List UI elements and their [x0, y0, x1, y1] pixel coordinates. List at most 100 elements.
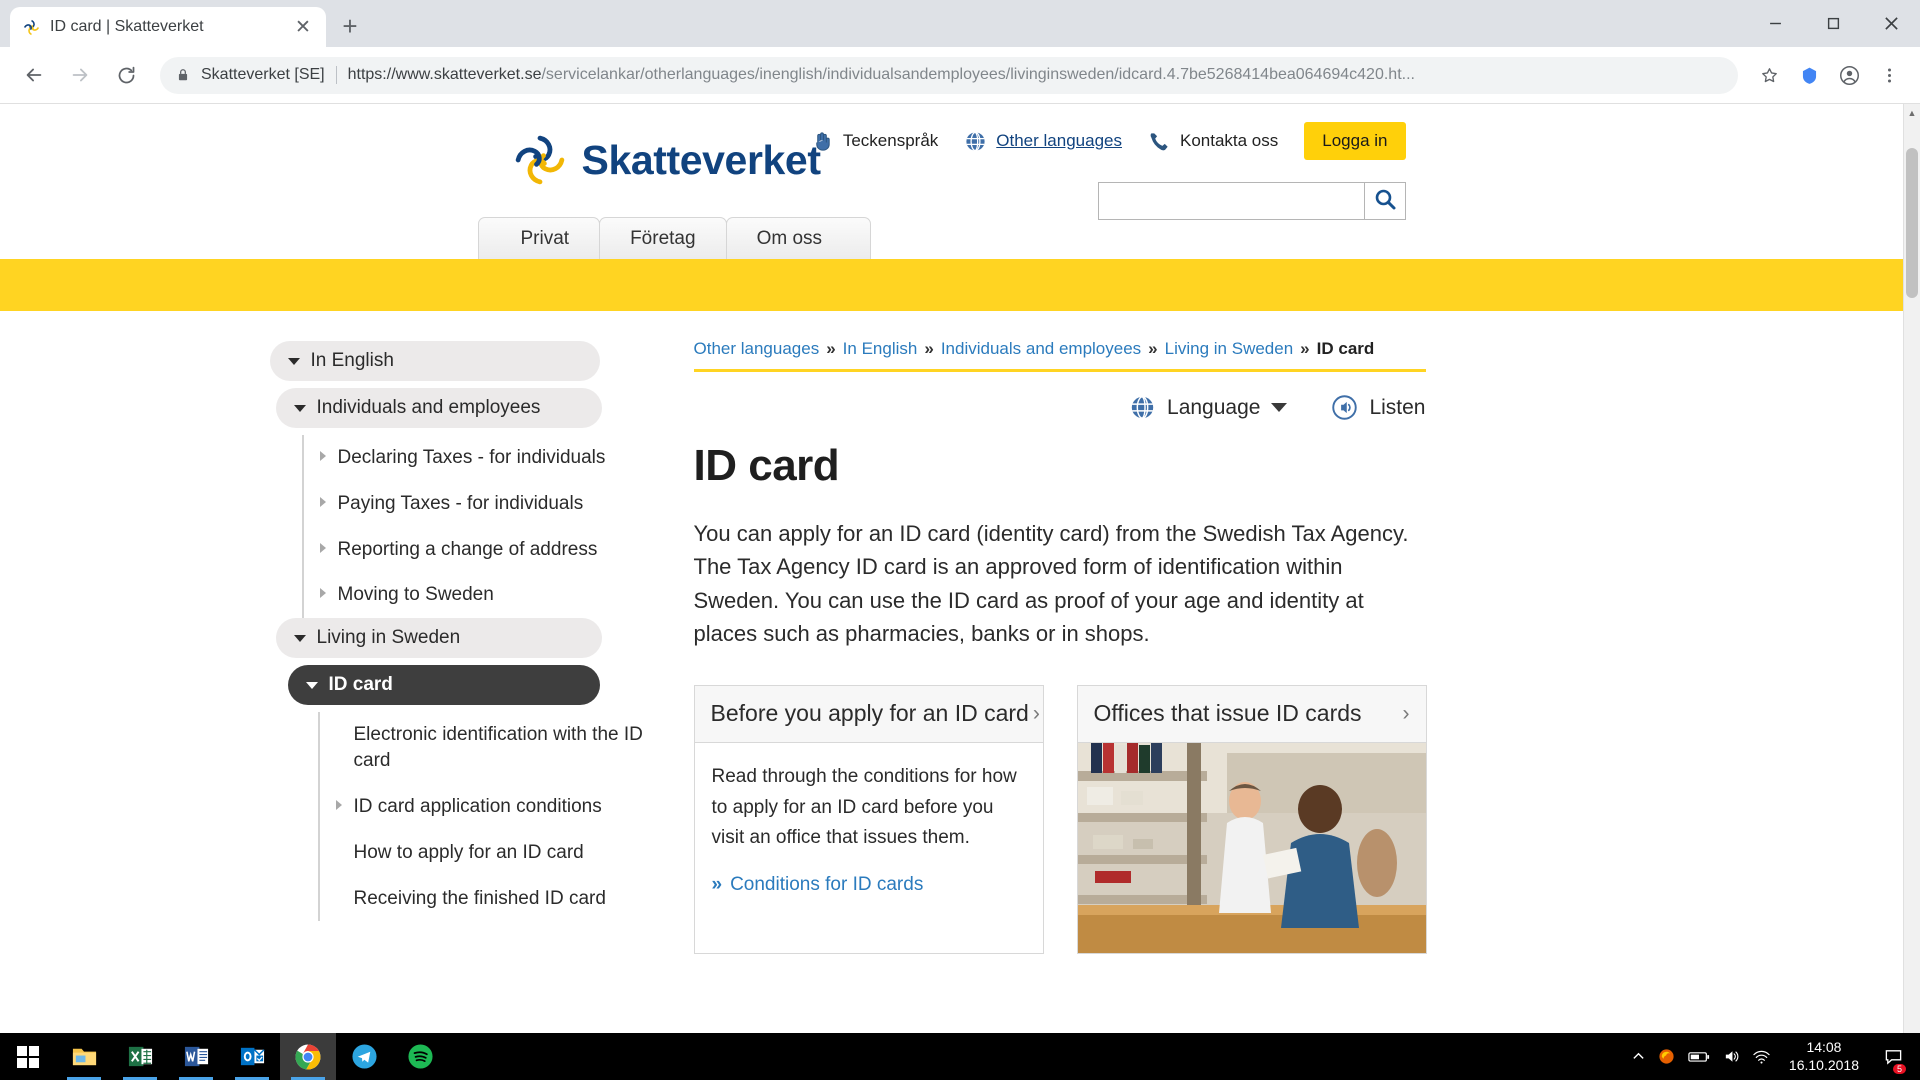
breadcrumb-link-other-languages[interactable]: Other languages: [694, 339, 820, 359]
scroll-up-arrow-icon[interactable]: ▲: [1904, 104, 1920, 121]
site-identity-label: Skatteverket [SE]: [201, 66, 325, 83]
utility-link-other-languages[interactable]: Other languages: [964, 130, 1122, 153]
card-list: Before you apply for an ID card › Read t…: [693, 684, 1642, 954]
language-label: Language: [1167, 395, 1261, 419]
back-arrow-icon[interactable]: [14, 55, 54, 95]
card-body: Read through the conditions for how to a…: [695, 743, 1043, 906]
page-tools: Language Listen: [694, 394, 1426, 421]
nav-tab-om-oss[interactable]: Om oss: [725, 217, 872, 259]
nav-tab-foretag[interactable]: Företag: [599, 217, 727, 259]
utility-navigation: Teckenspråk Other languages Kontakta oss…: [811, 122, 1406, 160]
outlook-icon[interactable]: [224, 1033, 280, 1080]
breadcrumb-current: ID card: [1316, 339, 1375, 358]
sidebar-item-id-card-application-conditions[interactable]: ID card application conditions: [317, 783, 654, 830]
breadcrumb-separator: »: [924, 339, 934, 358]
page-viewport: Skatteverket Teckenspråk Other languages…: [0, 104, 1920, 1033]
maximize-icon[interactable]: [1804, 0, 1862, 47]
sidebar-item-label: Individuals and employees: [316, 397, 541, 418]
card-header[interactable]: Offices that issue ID cards ›: [1077, 685, 1426, 743]
clock-date: 16.10.2018: [1788, 1056, 1859, 1073]
card-link-conditions-for-id-cards[interactable]: » Conditions for ID cards: [712, 874, 1026, 896]
card-title: Before you apply for an ID card: [710, 700, 1029, 727]
language-selector[interactable]: Language: [1129, 394, 1288, 421]
close-icon[interactable]: [1862, 0, 1920, 47]
profile-avatar-icon[interactable]: [1832, 58, 1866, 92]
sidebar-item-receiving-finished-id-card[interactable]: Receiving the finished ID card: [317, 875, 654, 922]
battery-icon[interactable]: [1688, 1050, 1710, 1063]
chevron-right-icon: [319, 588, 326, 599]
new-tab-button[interactable]: +: [332, 8, 368, 44]
windows-start-icon[interactable]: [0, 1033, 56, 1080]
sidebar-item-moving-to-sweden[interactable]: Moving to Sweden: [301, 572, 654, 619]
page-title: ID card: [693, 441, 840, 490]
sidebar-item-living-in-sweden[interactable]: Living in Sweden: [275, 618, 602, 659]
sidebar-item-individuals-and-employees[interactable]: Individuals and employees: [275, 388, 602, 428]
sidebar-item-reporting-change-of-address[interactable]: Reporting a change of address: [301, 526, 654, 573]
taskbar-clock[interactable]: 14:08 16.10.2018: [1783, 1039, 1865, 1074]
window-controls: [1746, 0, 1920, 47]
chevron-right-icon: [319, 496, 326, 507]
address-bar[interactable]: Skatteverket [SE] https://www.skatteverk…: [160, 56, 1738, 94]
sidebar-item-how-to-apply[interactable]: How to apply for an ID card: [317, 829, 654, 876]
volume-icon[interactable]: [1723, 1048, 1740, 1065]
sidebar-item-electronic-identification[interactable]: Electronic identification with the ID ca…: [317, 712, 654, 784]
utility-link-label: Teckenspråk: [842, 131, 939, 150]
card-header[interactable]: Before you apply for an ID card ›: [694, 685, 1043, 743]
minimize-icon[interactable]: [1746, 0, 1804, 47]
card-before-you-apply[interactable]: Before you apply for an ID card › Read t…: [693, 684, 1044, 954]
reload-icon[interactable]: [106, 55, 146, 95]
spotify-icon[interactable]: [392, 1033, 448, 1080]
globe-icon: [964, 130, 987, 153]
browser-tab[interactable]: ID card | Skatteverket ✕: [10, 7, 326, 47]
search-button[interactable]: [1363, 182, 1406, 220]
sidebar-item-in-english[interactable]: In English: [269, 341, 600, 381]
breadcrumb-separator: »: [826, 339, 836, 358]
login-button[interactable]: Logga in: [1304, 122, 1406, 160]
listen-button[interactable]: Listen: [1331, 394, 1426, 421]
tab-strip: ID card | Skatteverket ✕ +: [0, 0, 1920, 47]
action-center-icon[interactable]: 5: [1878, 1033, 1908, 1080]
telegram-icon[interactable]: [336, 1033, 392, 1080]
sidebar-item-id-card[interactable]: ID card: [287, 665, 600, 706]
word-icon[interactable]: [168, 1033, 224, 1080]
bookmark-star-icon[interactable]: [1752, 58, 1786, 92]
sidebar-item-declaring-taxes[interactable]: Declaring Taxes - for individuals: [301, 435, 654, 481]
chevron-down-icon: [293, 404, 306, 412]
extension-icon[interactable]: [1792, 58, 1826, 92]
page-intro-text: You can apply for an ID card (identity c…: [693, 521, 1409, 647]
show-hidden-icons-chevron[interactable]: [1632, 1050, 1645, 1063]
skatteverket-logo-icon: [22, 18, 41, 37]
scrollbar-thumb[interactable]: [1906, 148, 1918, 298]
utility-link-teckensprak[interactable]: Teckenspråk: [811, 130, 938, 153]
site-logo[interactable]: Skatteverket: [512, 132, 821, 188]
breadcrumb-link-individuals-and-employees[interactable]: Individuals and employees: [941, 339, 1141, 359]
office-counter-photo: [1077, 742, 1426, 953]
close-icon[interactable]: ✕: [292, 16, 314, 38]
network-icon[interactable]: [1753, 1048, 1770, 1065]
chevron-down-icon: [287, 357, 300, 365]
globe-icon: [1129, 394, 1156, 421]
sidebar-item-paying-taxes[interactable]: Paying Taxes - for individuals: [301, 480, 654, 527]
breadcrumb-link-in-english[interactable]: In English: [843, 339, 918, 359]
search-input[interactable]: [1097, 182, 1364, 220]
taskbar-apps: [56, 1033, 448, 1080]
sign-language-icon: [811, 130, 834, 153]
firefox-tray-icon[interactable]: [1658, 1048, 1675, 1065]
sidebar-item-label: How to apply for an ID card: [353, 841, 584, 863]
chrome-icon[interactable]: [280, 1033, 336, 1080]
browser-toolbar: Skatteverket [SE] https://www.skatteverk…: [0, 47, 1920, 104]
excel-icon[interactable]: [112, 1033, 168, 1080]
card-offices-that-issue-id-cards[interactable]: Offices that issue ID cards ›: [1076, 684, 1427, 954]
search-icon: [1373, 187, 1397, 216]
breadcrumb-link-living-in-sweden[interactable]: Living in Sweden: [1165, 339, 1294, 359]
sidebar-item-label: ID card: [328, 674, 393, 696]
nav-tab-privat[interactable]: Privat: [477, 217, 601, 259]
sidebar-item-label: ID card application conditions: [353, 795, 602, 817]
page-scrollbar[interactable]: ▲: [1903, 104, 1920, 1033]
sidebar-item-label: In English: [310, 350, 394, 371]
utility-link-kontakta-oss[interactable]: Kontakta oss: [1148, 130, 1278, 153]
breadcrumb: Other languages » In English » Individua…: [693, 339, 1426, 372]
three-dot-menu-icon[interactable]: [1872, 58, 1906, 92]
forward-arrow-icon[interactable]: [60, 55, 100, 95]
file-explorer-icon[interactable]: [56, 1033, 112, 1080]
